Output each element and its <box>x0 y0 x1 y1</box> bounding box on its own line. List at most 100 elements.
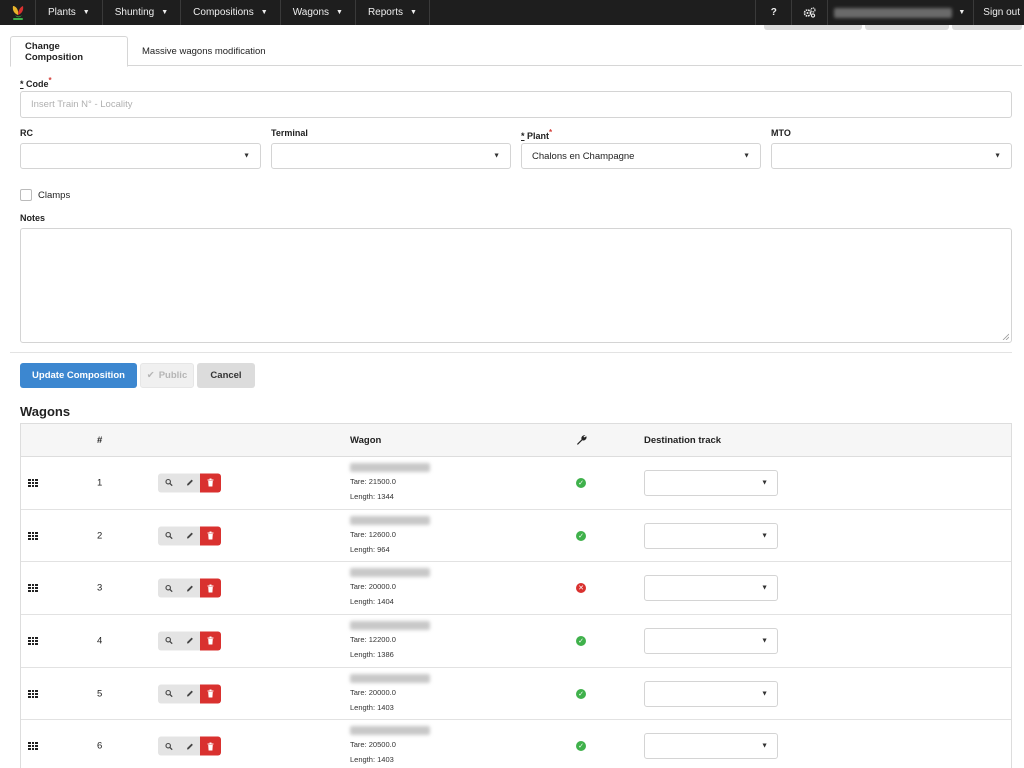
caret-down-icon: ▼ <box>761 742 768 750</box>
nav-plants[interactable]: Plants ▼ <box>36 0 103 25</box>
caret-down-icon: ▼ <box>958 9 966 16</box>
company-logo[interactable] <box>0 0 36 25</box>
resize-handle-icon[interactable] <box>1002 333 1009 340</box>
notes-label: Notes <box>20 213 46 223</box>
trash-icon <box>207 584 214 593</box>
drag-handle-icon[interactable] <box>28 636 38 645</box>
update-composition-button[interactable]: Update Composition <box>20 363 137 388</box>
public-button[interactable]: ✔ Public <box>140 363 194 388</box>
help-button[interactable]: ? <box>755 0 791 25</box>
edit-wagon-button[interactable] <box>179 473 200 493</box>
caret-down-icon: ▼ <box>409 9 417 16</box>
row-number: 2 <box>97 530 103 542</box>
view-wagon-button[interactable] <box>158 526 179 546</box>
error-circle-icon: ✕ <box>576 583 586 594</box>
notes-textarea[interactable] <box>20 228 1012 343</box>
edit-wagon-button[interactable] <box>179 526 200 546</box>
delete-wagon-button[interactable] <box>200 736 221 756</box>
check-circle-icon: ✓ <box>576 530 586 541</box>
settings-button[interactable] <box>791 0 827 25</box>
destination-track-select[interactable]: ▼ <box>644 627 778 654</box>
tab-massive-wagons-modification[interactable]: Massive wagons modification <box>128 36 280 66</box>
cancel-button[interactable]: Cancel <box>197 363 255 388</box>
view-wagon-button[interactable] <box>158 736 179 756</box>
clamps-checkbox[interactable] <box>20 189 32 201</box>
logo-icon <box>12 5 23 20</box>
drag-handle-icon[interactable] <box>28 689 38 698</box>
wagon-tare: Tare: 12600.0 <box>350 529 396 539</box>
nav-wagons[interactable]: Wagons ▼ <box>281 0 356 25</box>
delete-wagon-button[interactable] <box>200 473 221 493</box>
nav-shunting[interactable]: Shunting ▼ <box>103 0 182 25</box>
row-number: 5 <box>97 688 103 700</box>
nav-reports[interactable]: Reports ▼ <box>356 0 430 25</box>
pencil-icon <box>186 743 193 750</box>
delete-wagon-button[interactable] <box>200 684 221 704</box>
delete-wagon-button[interactable] <box>200 631 221 651</box>
caret-down-icon: ▼ <box>161 9 169 16</box>
caret-down-icon: ▼ <box>994 152 1001 160</box>
rc-label: RC <box>20 128 33 138</box>
table-row: 4 Tare: 12200.0 Length: 1386 ✓ ▼ <box>21 615 1011 668</box>
tab-change-composition[interactable]: Change Composition <box>10 36 128 67</box>
destination-track-select[interactable]: ▼ <box>644 680 778 707</box>
trash-icon <box>207 742 214 751</box>
destination-track-select[interactable]: ▼ <box>644 522 778 549</box>
drag-handle-icon[interactable] <box>28 742 38 751</box>
view-wagon-button[interactable] <box>158 473 179 493</box>
caret-down-icon: ▼ <box>761 637 768 645</box>
edit-wagon-button[interactable] <box>179 736 200 756</box>
pencil-icon <box>186 690 193 697</box>
wagon-tare: Tare: 20500.0 <box>350 740 396 750</box>
delete-wagon-button[interactable] <box>200 578 221 598</box>
terminal-select[interactable]: ▼ <box>271 143 511 169</box>
wagon-length: Length: 1403 <box>350 702 394 712</box>
rc-select[interactable]: ▼ <box>20 143 261 169</box>
top-navbar: Plants ▼ Shunting ▼ Compositions ▼ Wagons ▼ … <box>0 0 1024 25</box>
caret-down-icon: ▼ <box>761 584 768 592</box>
wagon-tare: Tare: 20000.0 <box>350 582 396 592</box>
form-divider <box>10 352 1012 353</box>
sign-out-link[interactable]: Sign out <box>973 0 1024 25</box>
drag-handle-icon[interactable] <box>28 478 38 487</box>
search-icon <box>164 479 173 487</box>
caret-down-icon: ▼ <box>336 9 343 16</box>
view-wagon-button[interactable] <box>158 684 179 704</box>
wrench-icon <box>576 434 587 448</box>
edit-wagon-button[interactable] <box>179 684 200 704</box>
drag-handle-icon[interactable] <box>28 584 38 593</box>
wagon-tare: Tare: 20000.0 <box>350 687 396 697</box>
mto-select[interactable]: ▼ <box>771 143 1012 169</box>
destination-track-select[interactable]: ▼ <box>644 575 778 602</box>
trash-icon <box>207 478 214 487</box>
table-row: 6 Tare: 20500.0 Length: 1403 ✓ ▼ <box>21 720 1011 768</box>
row-actions <box>158 473 221 493</box>
trash-icon <box>207 531 214 540</box>
view-wagon-button[interactable] <box>158 631 179 651</box>
edit-wagon-button[interactable] <box>179 578 200 598</box>
plant-label: * Plant* <box>521 128 553 141</box>
wagon-id-redacted <box>350 463 430 472</box>
user-menu[interactable]: ▼ <box>827 0 973 25</box>
edit-wagon-button[interactable] <box>179 631 200 651</box>
plant-select[interactable]: Chalons en Champagne ▼ <box>521 143 761 169</box>
pencil-icon <box>186 585 193 592</box>
check-icon: ✔ <box>146 370 155 381</box>
code-input[interactable]: Insert Train N° - Locality <box>20 91 1012 118</box>
hidden-tab <box>764 25 862 30</box>
row-number: 3 <box>97 582 103 594</box>
delete-wagon-button[interactable] <box>200 526 221 546</box>
view-wagon-button[interactable] <box>158 578 179 598</box>
row-actions <box>158 631 221 651</box>
gears-icon <box>804 7 816 18</box>
destination-track-select[interactable]: ▼ <box>644 733 778 760</box>
drag-handle-icon[interactable] <box>28 531 38 540</box>
pencil-icon <box>186 638 193 644</box>
destination-track-select[interactable]: ▼ <box>644 469 778 496</box>
row-number: 4 <box>97 635 103 647</box>
nav-compositions[interactable]: Compositions ▼ <box>181 0 281 25</box>
check-circle-icon: ✓ <box>576 688 586 699</box>
wagons-section-title: Wagons <box>20 404 71 419</box>
wagon-id-redacted <box>350 515 430 525</box>
hidden-tab <box>865 25 949 30</box>
